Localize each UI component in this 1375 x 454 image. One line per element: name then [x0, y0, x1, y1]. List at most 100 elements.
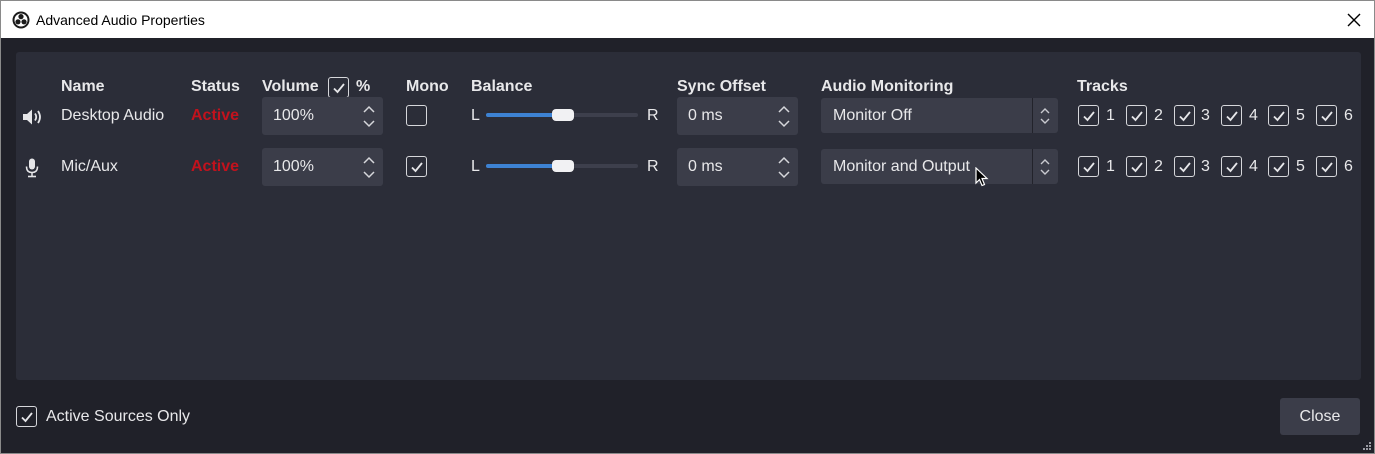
chevron-down-icon [363, 170, 375, 178]
checkmark-icon [1320, 110, 1333, 121]
volume-increase-button[interactable] [361, 101, 377, 116]
track-4-label: 4 [1249, 107, 1258, 124]
sync-offset-increase-button[interactable] [776, 152, 792, 167]
track-4-label: 4 [1249, 158, 1258, 175]
volume-spinbox[interactable]: 100% [262, 97, 383, 135]
obs-logo-icon [12, 11, 30, 29]
mono-checkbox[interactable] [406, 105, 427, 126]
checkmark-icon [1130, 110, 1143, 121]
checkmark-icon [1320, 161, 1333, 172]
volume-value: 100% [273, 158, 314, 175]
sync-offset-decrease-button[interactable] [776, 167, 792, 182]
header-tracks: Tracks [1077, 78, 1128, 95]
balance-slider-handle[interactable] [552, 109, 574, 121]
volume-value: 100% [273, 107, 314, 124]
header-name: Name [61, 78, 105, 95]
track-1-label: 1 [1106, 158, 1115, 175]
audio-monitoring-select[interactable]: Monitor and Output [821, 149, 1058, 184]
checkmark-icon [410, 161, 423, 172]
status-badge: Active [191, 158, 240, 175]
balance-left-label: L [471, 158, 480, 175]
audio-monitoring-select[interactable]: Monitor Off [821, 98, 1058, 133]
track-5-label: 5 [1296, 107, 1305, 124]
track-1-checkbox[interactable] [1078, 156, 1099, 177]
sync-offset-increase-button[interactable] [776, 101, 792, 116]
active-sources-only-checkbox[interactable] [16, 406, 37, 427]
track-3-label: 3 [1201, 158, 1210, 175]
checkmark-icon [1082, 161, 1095, 172]
resize-grip-icon[interactable] [1361, 440, 1371, 450]
volume-increase-button[interactable] [361, 152, 377, 167]
track-2-label: 2 [1154, 158, 1163, 175]
track-6-label: 6 [1344, 107, 1353, 124]
checkmark-icon [1272, 110, 1285, 121]
track-5-checkbox[interactable] [1268, 156, 1289, 177]
header-mono: Mono [406, 78, 449, 95]
track-6-checkbox[interactable] [1316, 156, 1337, 177]
checkmark-icon [1225, 110, 1238, 121]
volume-percent-checkbox[interactable] [328, 77, 349, 98]
header-balance: Balance [471, 78, 533, 95]
active-sources-only-label[interactable]: Active Sources Only [46, 408, 190, 426]
sync-offset-decrease-button[interactable] [776, 116, 792, 131]
sync-offset-spinbox[interactable]: 0 ms [677, 97, 798, 135]
checkmark-icon [1225, 161, 1238, 172]
header-audio-monitoring: Audio Monitoring [821, 78, 954, 95]
track-2-checkbox[interactable] [1126, 156, 1147, 177]
close-icon [1347, 13, 1361, 27]
balance-right-label: R [647, 107, 659, 124]
header-sync-offset: Sync Offset [677, 78, 766, 95]
balance-slider-fill [486, 113, 562, 117]
title-bar: Advanced Audio Properties [0, 0, 1375, 38]
chevron-up-icon [778, 156, 790, 164]
checkmark-icon [1272, 161, 1285, 172]
header-status: Status [191, 78, 240, 95]
volume-decrease-button[interactable] [361, 167, 377, 182]
checkmark-icon [332, 82, 345, 93]
track-6-checkbox[interactable] [1316, 105, 1337, 126]
track-1-checkbox[interactable] [1078, 105, 1099, 126]
mouse-cursor-icon [975, 167, 989, 187]
chevron-down-icon [778, 119, 790, 127]
track-2-label: 2 [1154, 107, 1163, 124]
balance-left-label: L [471, 107, 480, 124]
track-4-checkbox[interactable] [1221, 105, 1242, 126]
track-3-checkbox[interactable] [1174, 105, 1195, 126]
audio-sources-panel: Name Status Volume % Mono Balance Sync O… [16, 52, 1361, 380]
window-title: Advanced Audio Properties [36, 12, 205, 28]
track-1-label: 1 [1106, 107, 1115, 124]
balance-slider-handle[interactable] [552, 160, 574, 172]
header-volume-percent: % [356, 78, 371, 95]
volume-decrease-button[interactable] [361, 116, 377, 131]
sync-offset-value: 0 ms [688, 158, 723, 175]
chevron-up-icon [363, 105, 375, 113]
chevron-up-icon [778, 105, 790, 113]
sync-offset-value: 0 ms [688, 107, 723, 124]
track-5-checkbox[interactable] [1268, 105, 1289, 126]
source-name: Mic/Aux [61, 158, 118, 175]
updown-chevron-icon [1040, 108, 1050, 124]
track-3-checkbox[interactable] [1174, 156, 1195, 177]
chevron-down-icon [778, 170, 790, 178]
track-5-label: 5 [1296, 158, 1305, 175]
checkmark-icon [1178, 161, 1191, 172]
status-badge: Active [191, 107, 240, 124]
checkmark-icon [1178, 110, 1191, 121]
checkmark-icon [1082, 110, 1095, 121]
volume-spinbox[interactable]: 100% [262, 148, 383, 186]
track-2-checkbox[interactable] [1126, 105, 1147, 126]
balance-right-label: R [647, 158, 659, 175]
track-4-checkbox[interactable] [1221, 156, 1242, 177]
close-button[interactable]: Close [1280, 398, 1360, 435]
mono-checkbox[interactable] [406, 156, 427, 177]
window-close-button[interactable] [1341, 7, 1367, 33]
microphone-icon [25, 158, 39, 178]
checkmark-icon [20, 411, 33, 422]
sync-offset-spinbox[interactable]: 0 ms [677, 148, 798, 186]
source-name: Desktop Audio [61, 107, 165, 124]
dialog-body: Name Status Volume % Mono Balance Sync O… [0, 38, 1375, 454]
audio-monitoring-value: Monitor and Output [833, 158, 970, 175]
chevron-up-icon [363, 156, 375, 164]
checkmark-icon [1130, 161, 1143, 172]
speaker-icon [23, 109, 41, 125]
